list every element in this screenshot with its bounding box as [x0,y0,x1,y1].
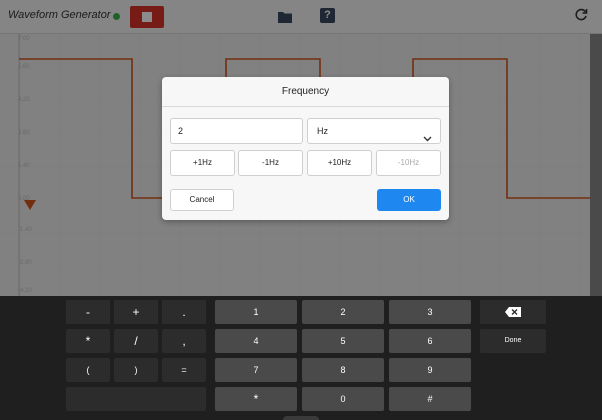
unit-select[interactable]: Hz [307,118,441,144]
minus-1hz-button[interactable]: -1Hz [238,150,303,176]
key-minus[interactable]: - [66,300,110,324]
key-blank[interactable] [66,387,206,411]
frequency-input[interactable]: 2 [170,118,303,144]
key-4[interactable]: 4 [215,329,297,353]
key-close-paren[interactable]: ) [114,358,158,382]
ok-button[interactable]: OK [377,189,441,211]
chevron-down-icon [423,127,432,151]
key-asterisk[interactable]: * [66,329,110,353]
key-3[interactable]: 3 [389,300,471,324]
key-1[interactable]: 1 [215,300,297,324]
plus-1hz-button[interactable]: +1Hz [170,150,235,176]
key-hash[interactable]: # [389,387,471,411]
key-slash[interactable]: / [114,329,158,353]
key-open-paren[interactable]: ( [66,358,110,382]
plus-10hz-button[interactable]: +10Hz [307,150,372,176]
key-6[interactable]: 6 [389,329,471,353]
key-9[interactable]: 9 [389,358,471,382]
key-5[interactable]: 5 [302,329,384,353]
done-key[interactable]: Done [480,329,546,353]
frequency-dialog: Frequency 2 Hz +1Hz -1Hz +10Hz -10Hz Can… [162,77,449,220]
key-8[interactable]: 8 [302,358,384,382]
key-comma[interactable]: , [162,329,206,353]
key-7[interactable]: 7 [215,358,297,382]
minus-10hz-button[interactable]: -10Hz [376,150,441,176]
dialog-title: Frequency [162,77,449,107]
unit-select-value: Hz [317,126,328,136]
key-period[interactable]: . [162,300,206,324]
backspace-key[interactable] [480,300,546,324]
key-2[interactable]: 2 [302,300,384,324]
key-equals[interactable]: = [162,358,206,382]
backspace-icon [505,307,521,317]
key-0[interactable]: 0 [302,387,384,411]
keyboard-grabber [283,416,319,420]
numeric-keyboard: - + . 1 2 3 * / , 4 5 6 Done ( ) = 7 8 9… [0,296,602,420]
key-star[interactable]: * [215,387,297,411]
cancel-button[interactable]: Cancel [170,189,234,211]
key-plus[interactable]: + [114,300,158,324]
